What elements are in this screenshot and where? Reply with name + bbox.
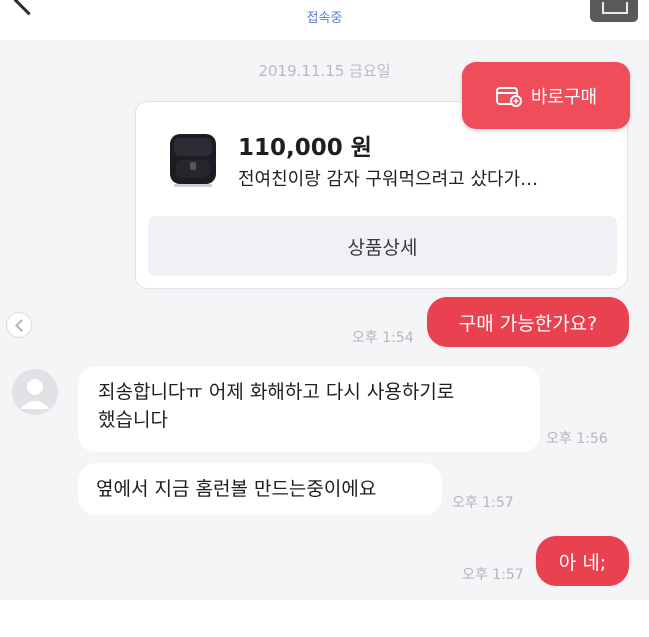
avatar-person-icon <box>20 379 50 409</box>
sent-message-bubble: 구매 가능한가요? <box>427 297 629 347</box>
left-arrow-button[interactable] <box>6 312 32 338</box>
expand-icon <box>602 2 628 14</box>
message-line: 죄송합니다ㅠ 어제 화해하고 다시 사용하기로 <box>98 381 455 403</box>
message-time: 오후 1:54 <box>352 330 414 346</box>
chat-area[interactable]: 2019.11.15 금요일 110,000 원 전여친이랑 감자 구워먹으려고… <box>0 40 649 600</box>
buy-now-label: 바로구매 <box>530 86 598 108</box>
left-arrow-icon <box>15 319 28 332</box>
received-message-bubble: 죄송합니다ㅠ 어제 화해하고 다시 사용하기로 했습니다 <box>78 366 540 452</box>
top-bar: 접속중 <box>0 0 649 40</box>
received-message-bubble: 옆에서 지금 홈런볼 만드는중이에요 <box>78 463 442 515</box>
buy-now-button[interactable]: 바로구매 <box>462 62 630 129</box>
message-time: 오후 1:57 <box>462 567 524 583</box>
product-card[interactable]: 110,000 원 전여친이랑 감자 구워먹으려고 샀다가… 상품상세 <box>135 101 628 289</box>
expand-button[interactable] <box>590 0 638 22</box>
product-detail-button[interactable]: 상품상세 <box>148 216 617 276</box>
avatar[interactable] <box>12 369 58 415</box>
connection-status: 접속중 <box>306 11 343 26</box>
receipt-icon <box>495 86 522 107</box>
message-line: 했습니다 <box>98 409 168 431</box>
message-time: 오후 1:56 <box>546 431 608 447</box>
sent-message-bubble: 아 네; <box>536 536 629 586</box>
product-title: 전여친이랑 감자 구워먹으려고 샀다가… <box>238 169 539 190</box>
message-time: 오후 1:57 <box>452 495 514 511</box>
product-price: 110,000 원 <box>238 135 372 161</box>
air-fryer-image <box>170 134 216 187</box>
bottom-area <box>0 600 649 637</box>
